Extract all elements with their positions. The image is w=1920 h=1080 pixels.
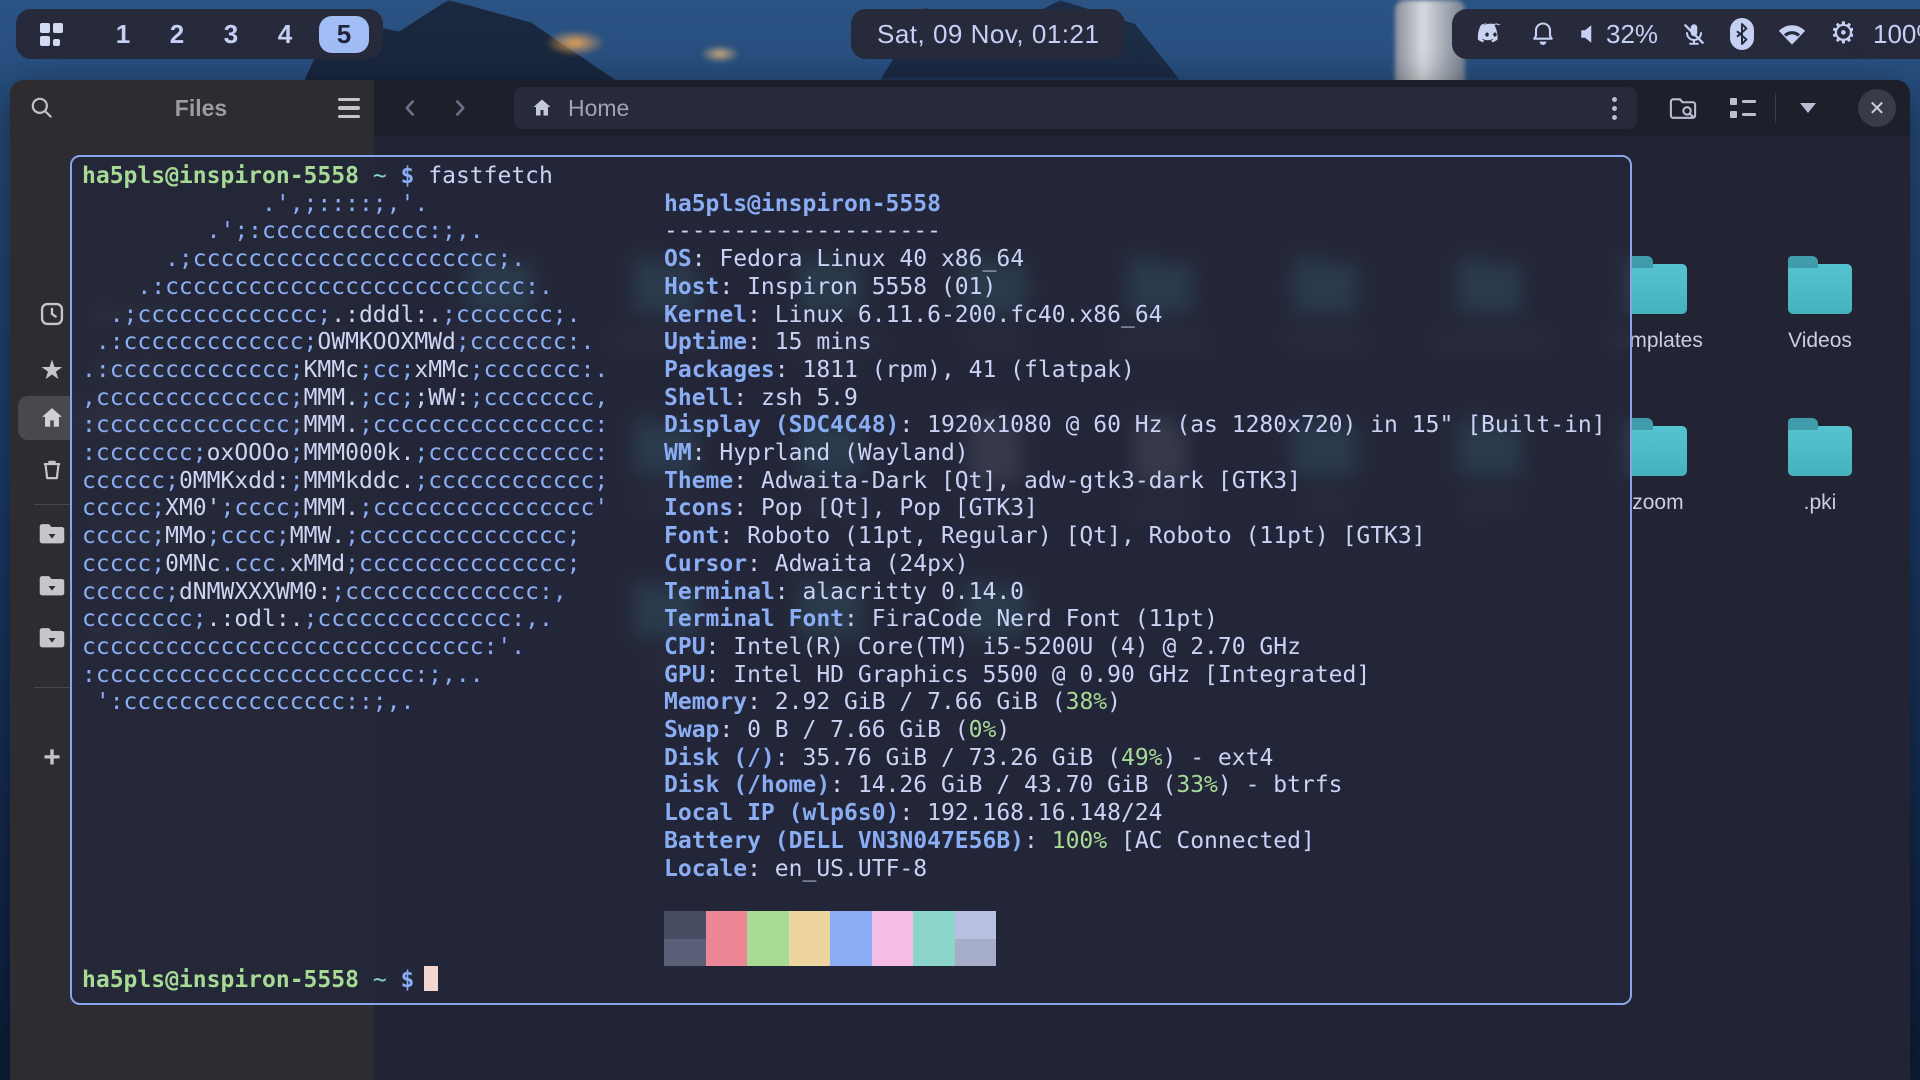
plus-icon: + — [36, 743, 68, 773]
list-view-icon[interactable] — [1721, 86, 1765, 130]
view-options-dropdown[interactable] — [1786, 86, 1830, 130]
toolbar: Home ✕ — [374, 80, 1910, 136]
sidebar-header: Files — [10, 80, 374, 136]
folder-item-Videos[interactable]: Videos — [1745, 250, 1895, 353]
file-label: Videos — [1745, 328, 1895, 353]
hamburger-menu-icon[interactable] — [338, 98, 360, 119]
folder-icon — [1788, 426, 1852, 476]
workspace-list: 12345 — [103, 16, 369, 53]
workspace-5[interactable]: 5 — [319, 16, 369, 53]
battery-pill[interactable]: 100% — [1853, 9, 1920, 59]
discord-icon[interactable] — [1476, 22, 1506, 46]
search-folder-icon[interactable] — [1661, 86, 1705, 130]
divider — [1775, 93, 1776, 123]
fastfetch-info: ha5pls@inspiron-5558--------------------… — [664, 191, 1606, 967]
search-icon[interactable] — [20, 86, 64, 130]
terminal-palette-row-2 — [664, 939, 1606, 967]
workspace-2[interactable]: 2 — [157, 19, 197, 50]
fastfetch-output: .',;::::;,'. .';:cccccccccccc:;,. .;cccc… — [82, 191, 1620, 717]
clock-icon — [36, 300, 68, 328]
chevron-down-icon — [1800, 103, 1816, 113]
terminal-window[interactable]: ha5pls@inspiron-5558 ~ $ fastfetch .',;:… — [70, 155, 1632, 1005]
headerbar: Files Home — [10, 80, 1910, 136]
trash-icon — [36, 457, 68, 483]
volume-text: 32% — [1606, 19, 1658, 50]
window-title: Files — [64, 95, 338, 122]
volume-indicator[interactable]: 32% — [1580, 19, 1658, 50]
wifi-icon[interactable] — [1777, 22, 1807, 46]
close-button[interactable]: ✕ — [1858, 89, 1896, 127]
app-launcher-icon[interactable] — [40, 23, 63, 46]
mic-muted-icon[interactable] — [1681, 20, 1707, 48]
folder-icon — [1788, 264, 1852, 314]
workspace-4[interactable]: 4 — [265, 19, 305, 50]
clock-pill[interactable]: Sat, 09 Nov, 01:21 — [851, 9, 1125, 59]
home-icon — [530, 96, 554, 120]
terminal-prompt-line-2: ha5pls@inspiron-5558 ~ $ — [82, 966, 438, 995]
folder-item-.pki[interactable]: .pki — [1745, 412, 1895, 515]
folder-icon — [1623, 264, 1687, 314]
battery-text: 100% — [1873, 19, 1920, 50]
workspace-pill: 12345 — [16, 9, 383, 59]
bell-icon[interactable] — [1529, 20, 1557, 48]
star-icon: ★ — [36, 357, 68, 384]
back-button[interactable] — [388, 86, 432, 130]
breadcrumb-label: Home — [568, 95, 629, 122]
terminal-prompt-line: ha5pls@inspiron-5558 ~ $ fastfetch — [82, 163, 1620, 191]
folder-icon — [36, 626, 68, 650]
prompt-userhost: ha5pls@inspiron-5558 — [82, 163, 359, 189]
clock-text: Sat, 09 Nov, 01:21 — [877, 19, 1099, 50]
workspace-1[interactable]: 1 — [103, 19, 143, 50]
terminal-cursor — [424, 966, 438, 991]
file-label: .pki — [1745, 490, 1895, 515]
forward-button[interactable] — [438, 86, 482, 130]
folder-icon — [36, 574, 68, 598]
command-text: fastfetch — [428, 163, 553, 189]
kebab-menu-icon[interactable] — [1608, 93, 1621, 124]
folder-icon — [1623, 426, 1687, 476]
breadcrumb[interactable]: Home — [514, 87, 1637, 129]
close-icon: ✕ — [1869, 96, 1886, 121]
home-icon — [36, 404, 68, 432]
workspace-3[interactable]: 3 — [211, 19, 251, 50]
view-switcher — [1721, 86, 1830, 130]
terminal-palette-row-1 — [664, 911, 1606, 939]
status-bar: 12345 Sat, 09 Nov, 01:21 32% ⚙ 100% — [0, 0, 1920, 70]
bluetooth-icon[interactable] — [1730, 18, 1754, 50]
folder-icon — [36, 522, 68, 546]
system-tray-pill: 32% ⚙ — [1452, 9, 1881, 59]
